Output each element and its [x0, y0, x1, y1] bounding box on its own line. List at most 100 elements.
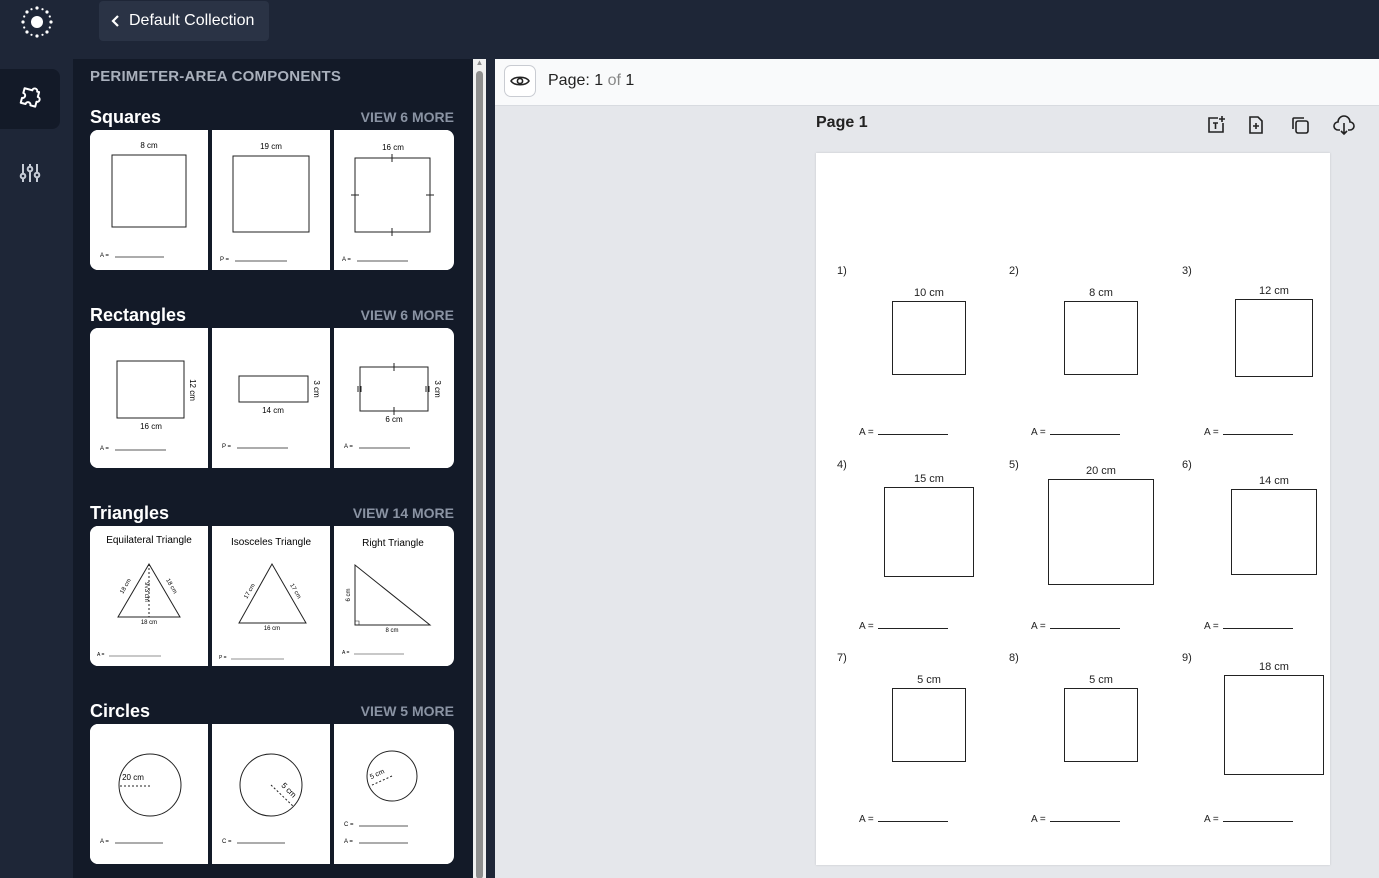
problem-1[interactable]: 1) 10 cm A = [837, 265, 1007, 455]
component-card[interactable]: Right Triangle 6 cm 8 cm A = [334, 526, 452, 666]
download-button[interactable] [1332, 113, 1356, 137]
height-label: 6 cm [346, 588, 352, 601]
component-cards: 8 cm A = 19 cm P = 16 cm A = [90, 130, 454, 270]
dim-label: 8 cm [140, 141, 158, 150]
component-card[interactable]: 16 cm A = [334, 130, 452, 270]
dim-label: 12 cm [1259, 285, 1289, 297]
component-card[interactable]: 19 cm P = [212, 130, 330, 270]
answer-label: A = [97, 652, 104, 658]
component-card[interactable]: 20 cm A = [90, 724, 208, 864]
problem-number: 4) [837, 459, 847, 471]
download-icon [1333, 115, 1355, 136]
answer-field: A = [859, 621, 948, 632]
duplicate-button[interactable] [1288, 113, 1312, 137]
page-label: Page: [548, 72, 590, 89]
answer-label: A = [342, 650, 349, 656]
eye-icon [510, 76, 530, 86]
component-card[interactable]: 14 cm 3 cm P = [212, 328, 330, 468]
square-shape [884, 487, 974, 577]
section-title: Circles [90, 700, 151, 721]
problem-3[interactable]: 3) 12 cm A = [1182, 265, 1352, 455]
height-label: 9√3 cm [143, 582, 150, 602]
scroll-thumb[interactable] [476, 71, 483, 878]
panel-scrollbar[interactable]: ▲ [473, 59, 486, 878]
problem-number: 6) [1182, 459, 1192, 471]
page-indicator: Page: 1 of 1 [548, 72, 634, 90]
answer-field: A = [859, 814, 948, 825]
answer-field: A = [1204, 814, 1293, 825]
sliders-icon [19, 164, 41, 182]
duplicate-icon [1292, 117, 1309, 134]
back-to-collection-button[interactable]: Default Collection [99, 1, 269, 41]
section-circles: Circles VIEW 5 MORE 20 cm A = 5 cm C = 5… [90, 699, 454, 864]
component-card[interactable]: 8 cm A = [90, 130, 208, 270]
problem-number: 3) [1182, 265, 1192, 277]
section-squares: Squares VIEW 6 MORE 8 cm A = 19 cm P = 1… [90, 105, 454, 270]
worksheet-page[interactable]: 1) 10 cm A = 2) 8 cm A = 3) 12 cm A = 4)… [816, 153, 1330, 865]
square-shape [1064, 688, 1138, 762]
dim-label: 20 cm [1086, 465, 1116, 477]
answer-label: P = [219, 655, 227, 661]
problem-4[interactable]: 4) 15 cm A = [837, 459, 1007, 649]
radius-label: 5 cm [369, 768, 386, 781]
problem-6[interactable]: 6) 14 cm A = [1182, 459, 1352, 649]
dim-label: 15 cm [914, 473, 944, 485]
component-card[interactable]: Equilateral Triangle 18 cm 18 cm 9√3 cm … [90, 526, 208, 666]
square-shape [892, 301, 966, 375]
problem-7[interactable]: 7) 5 cm A = [837, 652, 1007, 842]
answer-field: A = [859, 427, 948, 438]
problem-8[interactable]: 8) 5 cm A = [1009, 652, 1179, 842]
problem-5[interactable]: 5) 20 cm A = [1009, 459, 1179, 649]
section-title: Rectangles [90, 304, 187, 325]
dim-label: 5 cm [917, 674, 941, 686]
problem-9[interactable]: 9) 18 cm A = [1182, 652, 1352, 842]
preview-button[interactable] [504, 65, 536, 97]
puzzle-icon [19, 87, 41, 108]
preview-toolbar: Page: 1 of 1 [495, 59, 1379, 106]
side-label: 18 cm [119, 578, 132, 595]
dim-label: 10 cm [914, 287, 944, 299]
section-title: Triangles [90, 502, 170, 523]
component-card[interactable]: 16 cm 12 cm A = [90, 328, 208, 468]
settings-tab[interactable] [0, 143, 60, 203]
view-more-link[interactable]: VIEW 6 MORE [361, 307, 454, 323]
back-label: Default Collection [129, 12, 255, 29]
add-text-button[interactable] [1204, 113, 1228, 137]
dim-label: 14 cm [1259, 475, 1289, 487]
answer-field: A = [1031, 621, 1120, 632]
sun-logo-icon[interactable] [20, 5, 54, 39]
problem-number: 7) [837, 652, 847, 664]
height-label: 3 cm [433, 380, 442, 398]
view-more-link[interactable]: VIEW 14 MORE [353, 505, 454, 521]
answer-field: A = [1031, 427, 1120, 438]
answer-label: A = [100, 446, 109, 452]
problem-number: 8) [1009, 652, 1019, 664]
square-shape [1048, 479, 1154, 585]
section-triangles: Triangles VIEW 14 MORE Equilateral Trian… [90, 501, 454, 666]
components-tab[interactable] [0, 69, 60, 129]
square-shape [1064, 301, 1138, 375]
problem-2[interactable]: 2) 8 cm A = [1009, 265, 1179, 455]
component-card[interactable]: 5 cm C = [212, 724, 330, 864]
component-card[interactable]: Isosceles Triangle 17 cm 17 cm 16 cm P = [212, 526, 330, 666]
answer-field: A = [1204, 427, 1293, 438]
page-total: 1 [625, 72, 635, 89]
answer-field: A = [1204, 621, 1293, 632]
dim-label: 5 cm [1089, 674, 1113, 686]
left-rail [0, 59, 73, 878]
component-card[interactable]: 5 cm C = A = [334, 724, 452, 864]
view-more-link[interactable]: VIEW 5 MORE [361, 703, 454, 719]
scroll-up-arrow[interactable]: ▲ [475, 59, 484, 67]
component-card[interactable]: 6 cm 3 cm A = [334, 328, 452, 468]
dim-label: 8 cm [1089, 287, 1113, 299]
answer-label: P = [220, 257, 230, 263]
width-label: 16 cm [140, 422, 162, 431]
chevron-left-icon [111, 15, 119, 27]
dim-label: 18 cm [1259, 661, 1289, 673]
view-more-link[interactable]: VIEW 6 MORE [361, 109, 454, 125]
square-shape [892, 688, 966, 762]
answer-label: P = [222, 444, 232, 450]
page-title: Page 1 [816, 114, 868, 131]
add-page-button[interactable] [1244, 113, 1268, 137]
height-label: 3 cm [312, 380, 321, 398]
